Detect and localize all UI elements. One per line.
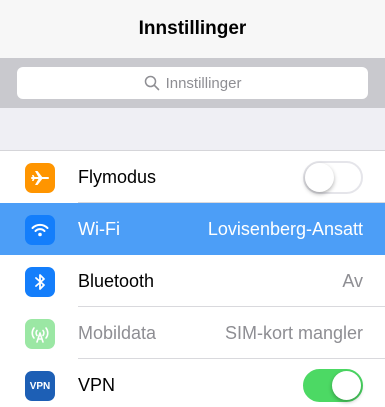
settings-row-cellular[interactable]: Mobildata SIM-kort mangler — [0, 307, 385, 359]
airplane-icon — [25, 163, 55, 193]
toggle-knob — [332, 371, 361, 400]
navigation-bar: Innstillinger — [0, 0, 385, 58]
cellular-icon — [25, 319, 55, 349]
page-title: Innstillinger — [138, 18, 247, 39]
bluetooth-icon — [25, 267, 55, 297]
section-gap — [0, 108, 385, 150]
search-placeholder: Innstillinger — [165, 74, 242, 92]
settings-list: Flymodus Wi-Fi Lovisenberg-Ansatt Blueto… — [0, 150, 385, 407]
row-label: Mobildata — [78, 322, 157, 343]
vpn-icon: VPN — [25, 371, 55, 401]
row-label: VPN — [78, 374, 116, 395]
toggle-knob — [305, 163, 334, 192]
row-label: Flymodus — [78, 166, 157, 187]
wifi-icon — [25, 215, 55, 245]
row-value: SIM-kort mangler — [224, 322, 363, 343]
airplane-mode-toggle[interactable] — [303, 161, 363, 194]
settings-row-wifi[interactable]: Wi-Fi Lovisenberg-Ansatt — [0, 203, 385, 255]
vpn-icon-text: VPN — [29, 380, 51, 392]
row-value: Av — [342, 270, 363, 291]
vpn-toggle[interactable] — [303, 369, 363, 402]
settings-row-airplane-mode[interactable]: Flymodus — [0, 151, 385, 203]
row-label: Wi-Fi — [78, 218, 120, 239]
settings-row-vpn[interactable]: VPN VPN — [0, 359, 385, 407]
search-icon — [144, 75, 159, 91]
row-value: Lovisenberg-Ansatt — [207, 218, 363, 239]
search-area: Innstillinger — [0, 58, 385, 108]
settings-row-bluetooth[interactable]: Bluetooth Av — [0, 255, 385, 307]
search-input[interactable]: Innstillinger — [17, 67, 368, 99]
row-label: Bluetooth — [78, 270, 155, 291]
